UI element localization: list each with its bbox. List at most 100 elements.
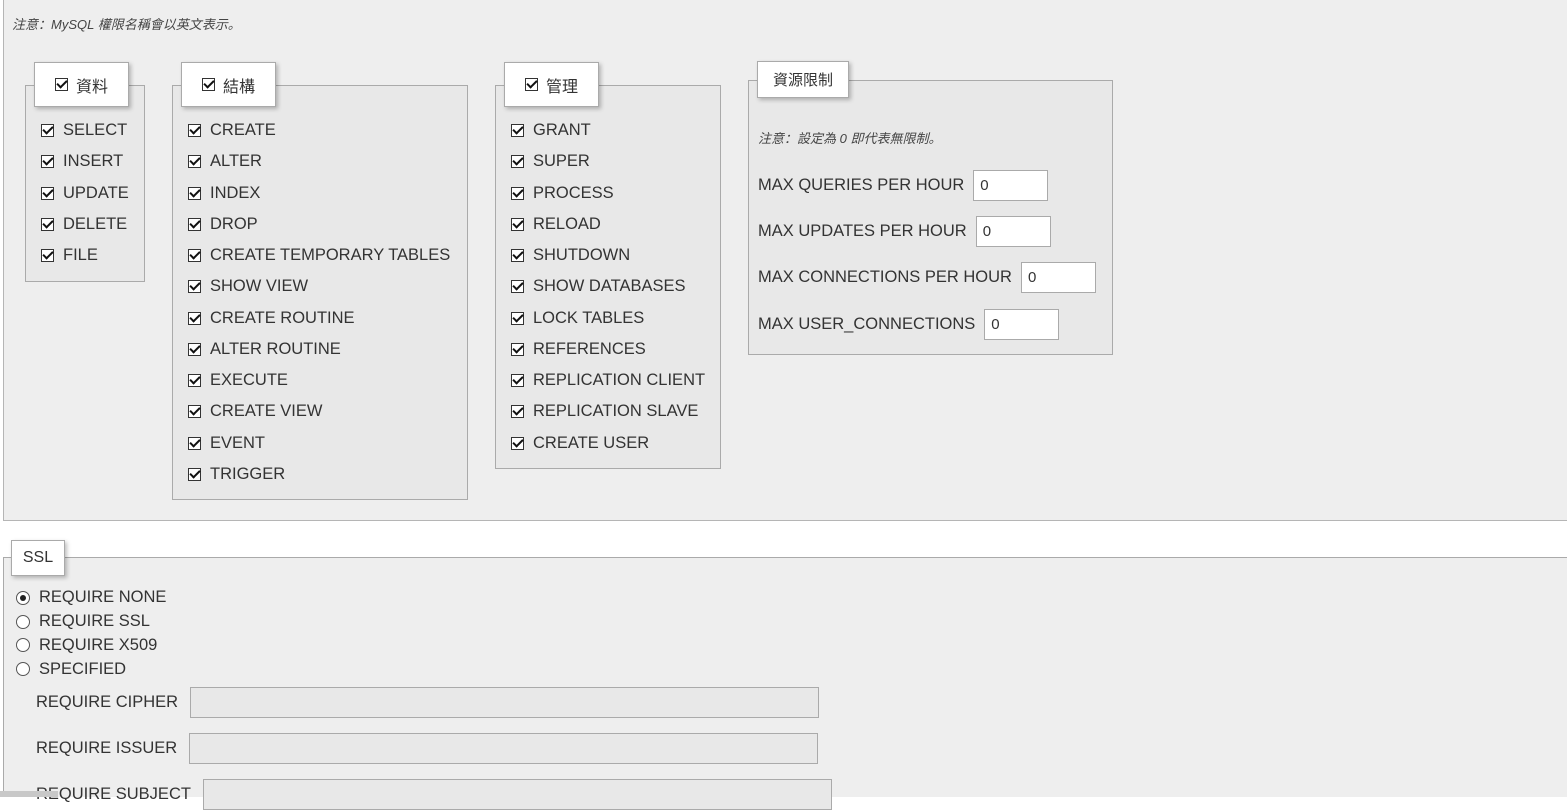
priv-create-label[interactable]: CREATE xyxy=(210,121,276,140)
priv-create-checkbox[interactable] xyxy=(188,124,201,138)
require-subject-input[interactable] xyxy=(202,779,832,810)
priv-replication-slave-checkbox[interactable] xyxy=(511,405,524,419)
priv-lock-tables-label[interactable]: LOCK TABLES xyxy=(533,309,644,328)
priv-create-view-label[interactable]: CREATE VIEW xyxy=(210,402,322,421)
priv-alter-label[interactable]: ALTER xyxy=(210,152,262,171)
max-connections-input[interactable] xyxy=(1020,262,1096,293)
priv-drop[interactable]: DROP xyxy=(188,209,450,240)
priv-show-view-checkbox[interactable] xyxy=(188,280,201,294)
priv-create-user-label[interactable]: CREATE USER xyxy=(533,434,649,453)
priv-alter-routine-checkbox[interactable] xyxy=(188,342,201,356)
priv-references-label[interactable]: REFERENCES xyxy=(533,340,646,359)
data-group-checkbox[interactable] xyxy=(54,78,68,91)
priv-lock-tables[interactable]: LOCK TABLES xyxy=(511,303,705,334)
priv-create-routine-checkbox[interactable] xyxy=(188,311,201,325)
priv-drop-checkbox[interactable] xyxy=(188,217,201,231)
priv-execute[interactable]: EXECUTE xyxy=(188,365,450,396)
require-cipher-input[interactable] xyxy=(190,687,820,718)
priv-alter-routine[interactable]: ALTER ROUTINE xyxy=(188,334,450,365)
priv-shutdown-checkbox[interactable] xyxy=(511,249,524,263)
priv-replication-client-label[interactable]: REPLICATION CLIENT xyxy=(533,371,705,390)
max-user-connections-input[interactable] xyxy=(984,309,1060,340)
priv-create-temporary-tables[interactable]: CREATE TEMPORARY TABLES xyxy=(188,240,450,271)
priv-insert-label[interactable]: INSERT xyxy=(63,152,123,171)
priv-file-label[interactable]: FILE xyxy=(63,246,98,265)
priv-shutdown[interactable]: SHUTDOWN xyxy=(511,240,705,271)
priv-show-databases[interactable]: SHOW DATABASES xyxy=(511,271,705,302)
priv-trigger-label[interactable]: TRIGGER xyxy=(210,465,285,484)
ssl-option-require-none[interactable]: REQUIRE NONE xyxy=(16,586,166,610)
priv-show-view-label[interactable]: SHOW VIEW xyxy=(210,277,308,296)
ssl-option-require-x509[interactable]: REQUIRE X509 xyxy=(16,634,166,658)
priv-index[interactable]: INDEX xyxy=(188,178,450,209)
priv-create-temporary-tables-checkbox[interactable] xyxy=(188,249,201,263)
priv-grant[interactable]: GRANT xyxy=(511,115,705,146)
priv-update-checkbox[interactable] xyxy=(41,186,54,200)
priv-create-routine[interactable]: CREATE ROUTINE xyxy=(188,303,450,334)
horizontal-scrollbar[interactable] xyxy=(0,791,58,797)
priv-alter[interactable]: ALTER xyxy=(188,146,450,177)
require-ssl-radio[interactable] xyxy=(16,614,30,629)
priv-execute-checkbox[interactable] xyxy=(188,374,201,388)
priv-execute-label[interactable]: EXECUTE xyxy=(210,371,288,390)
priv-create-view-checkbox[interactable] xyxy=(188,405,201,419)
priv-delete[interactable]: DELETE xyxy=(41,209,129,240)
priv-show-view[interactable]: SHOW VIEW xyxy=(188,271,450,302)
priv-lock-tables-checkbox[interactable] xyxy=(511,311,524,325)
priv-create-user-checkbox[interactable] xyxy=(511,436,524,450)
structure-group-legend[interactable]: 結構 xyxy=(181,62,276,107)
ssl-option-require-ssl[interactable]: REQUIRE SSL xyxy=(16,610,166,634)
priv-drop-label[interactable]: DROP xyxy=(210,215,258,234)
priv-insert-checkbox[interactable] xyxy=(41,155,54,169)
structure-group-checkbox[interactable] xyxy=(201,78,215,91)
priv-process-checkbox[interactable] xyxy=(511,186,524,200)
priv-reload-checkbox[interactable] xyxy=(511,217,524,231)
priv-select-label[interactable]: SELECT xyxy=(63,121,127,140)
priv-trigger[interactable]: TRIGGER xyxy=(188,459,450,490)
priv-create[interactable]: CREATE xyxy=(188,115,450,146)
priv-reload[interactable]: RELOAD xyxy=(511,209,705,240)
require-issuer-input[interactable] xyxy=(189,733,819,764)
priv-grant-checkbox[interactable] xyxy=(511,124,524,138)
priv-delete-label[interactable]: DELETE xyxy=(63,215,127,234)
priv-delete-checkbox[interactable] xyxy=(41,217,54,231)
require-x509-label[interactable]: REQUIRE X509 xyxy=(39,636,157,655)
max-queries-input[interactable] xyxy=(973,170,1049,201)
priv-update[interactable]: UPDATE xyxy=(41,178,129,209)
priv-select-checkbox[interactable] xyxy=(41,124,54,138)
priv-show-databases-label[interactable]: SHOW DATABASES xyxy=(533,277,686,296)
priv-shutdown-label[interactable]: SHUTDOWN xyxy=(533,246,630,265)
priv-trigger-checkbox[interactable] xyxy=(188,467,201,481)
require-x509-radio[interactable] xyxy=(16,638,30,653)
priv-replication-client-checkbox[interactable] xyxy=(511,374,524,388)
require-ssl-label[interactable]: REQUIRE SSL xyxy=(39,612,150,631)
admin-group-checkbox[interactable] xyxy=(524,78,538,91)
priv-insert[interactable]: INSERT xyxy=(41,146,129,177)
priv-super-label[interactable]: SUPER xyxy=(533,152,590,171)
data-group-legend[interactable]: 資料 xyxy=(34,62,129,107)
priv-select[interactable]: SELECT xyxy=(41,115,129,146)
priv-references-checkbox[interactable] xyxy=(511,342,524,356)
priv-create-view[interactable]: CREATE VIEW xyxy=(188,396,450,427)
specified-label[interactable]: SPECIFIED xyxy=(39,660,126,679)
priv-references[interactable]: REFERENCES xyxy=(511,334,705,365)
priv-show-databases-checkbox[interactable] xyxy=(511,280,524,294)
priv-replication-slave[interactable]: REPLICATION SLAVE xyxy=(511,396,705,427)
priv-index-label[interactable]: INDEX xyxy=(210,184,260,203)
priv-event-label[interactable]: EVENT xyxy=(210,434,265,453)
priv-file-checkbox[interactable] xyxy=(41,249,54,263)
priv-super[interactable]: SUPER xyxy=(511,146,705,177)
specified-radio[interactable] xyxy=(16,662,30,677)
priv-create-user[interactable]: CREATE USER xyxy=(511,428,705,459)
priv-super-checkbox[interactable] xyxy=(511,155,524,169)
priv-event-checkbox[interactable] xyxy=(188,436,201,450)
require-none-label[interactable]: REQUIRE NONE xyxy=(39,588,166,607)
require-none-radio[interactable] xyxy=(16,590,30,605)
priv-event[interactable]: EVENT xyxy=(188,428,450,459)
priv-reload-label[interactable]: RELOAD xyxy=(533,215,601,234)
priv-update-label[interactable]: UPDATE xyxy=(63,184,129,203)
priv-alter-routine-label[interactable]: ALTER ROUTINE xyxy=(210,340,341,359)
priv-replication-slave-label[interactable]: REPLICATION SLAVE xyxy=(533,402,698,421)
priv-replication-client[interactable]: REPLICATION CLIENT xyxy=(511,365,705,396)
admin-group-legend[interactable]: 管理 xyxy=(504,62,599,107)
